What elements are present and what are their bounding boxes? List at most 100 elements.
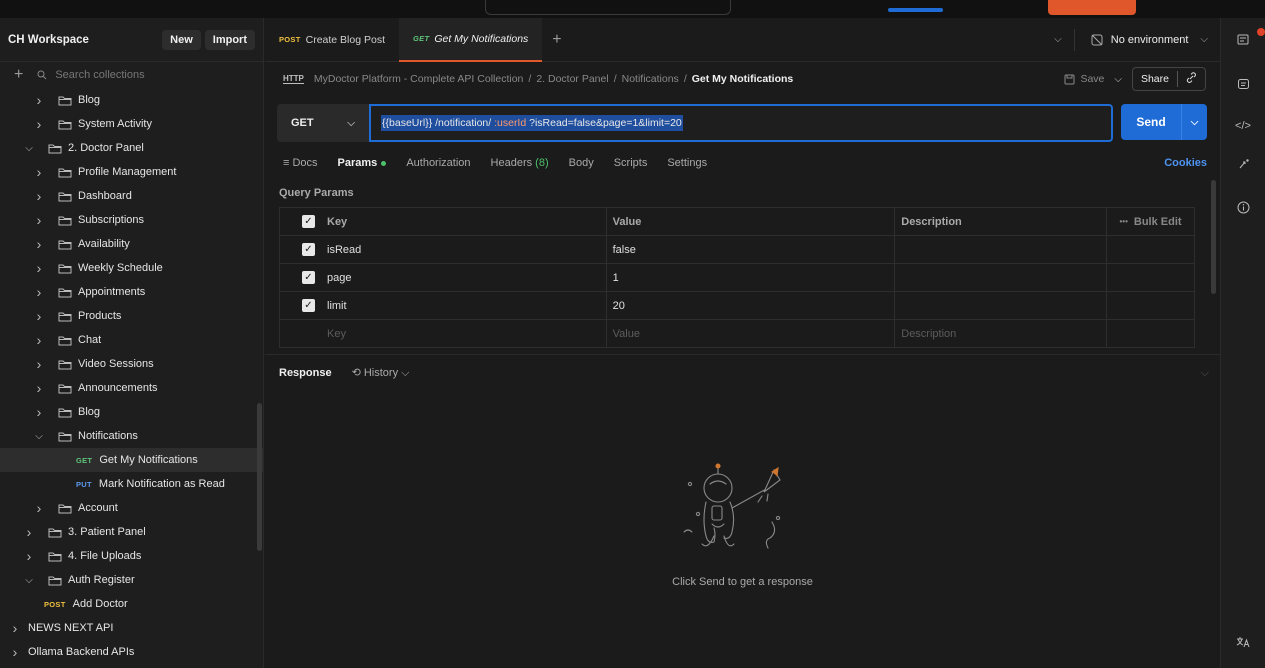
chevron-right-icon[interactable]: › xyxy=(10,620,20,636)
param-key[interactable]: page xyxy=(327,272,351,284)
chevron-down-icon[interactable]: ⌵ xyxy=(34,431,44,442)
tab-scripts[interactable]: Scripts xyxy=(614,157,648,169)
chevron-right-icon[interactable]: › xyxy=(34,236,44,252)
breadcrumb-collection[interactable]: MyDoctor Platform - Complete API Collect… xyxy=(314,73,524,85)
chevron-right-icon[interactable]: › xyxy=(34,188,44,204)
chevron-right-icon[interactable]: › xyxy=(34,92,44,108)
param-checkbox[interactable]: ✓ xyxy=(302,299,315,312)
send-button[interactable]: Send ⌵ xyxy=(1121,104,1207,140)
share-button[interactable]: Share xyxy=(1131,67,1206,91)
chevron-right-icon[interactable]: › xyxy=(34,356,44,372)
save-button[interactable]: Save xyxy=(1064,73,1104,85)
tab-create-blog-post[interactable]: POST Create Blog Post xyxy=(265,18,399,62)
response-divider[interactable] xyxy=(265,354,1220,355)
param-description[interactable] xyxy=(894,263,1108,292)
param-key[interactable]: isRead xyxy=(327,244,361,256)
environment-selector[interactable]: ⌵ No environment ⌵ xyxy=(1054,28,1220,51)
translate-ai-icon[interactable] xyxy=(1233,636,1253,651)
method-select[interactable]: GET ⌵ xyxy=(277,104,369,142)
notifications-icon[interactable] xyxy=(1233,28,1265,49)
new-value-field[interactable]: Value xyxy=(605,319,896,348)
collapse-response-chevron-icon[interactable]: ⌵ xyxy=(1201,367,1209,380)
new-button[interactable]: New xyxy=(162,29,201,50)
chevron-right-icon[interactable]: › xyxy=(34,284,44,300)
folder-item-4-file-uploads[interactable]: › 4. File Uploads xyxy=(0,544,263,568)
folder-item-blog[interactable]: › Blog xyxy=(0,400,263,424)
select-all-checkbox[interactable]: ✓ xyxy=(302,215,315,228)
folder-item-notifications[interactable]: ⌵ Notifications xyxy=(0,424,263,448)
chevron-right-icon[interactable]: › xyxy=(34,500,44,516)
breadcrumb-subfolder[interactable]: Notifications xyxy=(622,73,679,85)
tab-body[interactable]: Body xyxy=(569,157,594,169)
request-item-mark-notification-as-read[interactable]: PUT Mark Notification as Read xyxy=(0,472,263,496)
import-button[interactable]: Import xyxy=(204,29,255,50)
folder-item-chat[interactable]: › Chat xyxy=(0,328,263,352)
folder-item-system-activity[interactable]: › System Activity xyxy=(0,112,263,136)
folder-item-dashboard[interactable]: › Dashboard xyxy=(0,184,263,208)
tab-headers[interactable]: Headers (8) xyxy=(491,157,549,169)
chevron-right-icon[interactable]: › xyxy=(34,308,44,324)
folder-item-account[interactable]: › Account xyxy=(0,496,263,520)
top-search-box[interactable] xyxy=(485,0,731,15)
folder-item-appointments[interactable]: › Appointments xyxy=(0,280,263,304)
chevron-right-icon[interactable]: › xyxy=(10,644,20,660)
tab-docs[interactable]: ≡ Docs xyxy=(283,157,318,169)
chevron-down-icon[interactable]: ⌵ xyxy=(24,575,34,586)
param-checkbox[interactable]: ✓ xyxy=(302,243,315,256)
param-description[interactable] xyxy=(894,291,1108,320)
chevron-right-icon[interactable]: › xyxy=(24,524,34,540)
breadcrumb-folder[interactable]: 2. Doctor Panel xyxy=(536,73,608,85)
chevron-down-icon[interactable]: ⌵ xyxy=(24,143,34,154)
param-checkbox[interactable]: ✓ xyxy=(302,271,315,284)
new-key-field[interactable]: Key xyxy=(327,328,346,340)
chevron-right-icon[interactable]: › xyxy=(34,212,44,228)
folder-item-3-patient-panel[interactable]: › 3. Patient Panel xyxy=(0,520,263,544)
tab-params[interactable]: Params xyxy=(338,157,387,169)
history-button[interactable]: ⟲ History ⌵ xyxy=(352,366,410,380)
new-description-field[interactable]: Description xyxy=(894,319,1108,348)
tab-get-my-notifications[interactable]: GET Get My Notifications xyxy=(399,17,543,62)
collection-item-news-next-api[interactable]: › NEWS NEXT API xyxy=(0,616,263,640)
chevron-right-icon[interactable]: › xyxy=(34,332,44,348)
url-input[interactable]: {{baseUrl}} /notification/ :userId ?isRe… xyxy=(369,104,1113,142)
save-dropdown-chevron-icon[interactable]: ⌵ xyxy=(1114,74,1122,85)
collection-item-ollama-backend-apis[interactable]: › Ollama Backend APIs xyxy=(0,640,263,664)
link-icon[interactable] xyxy=(1178,72,1205,86)
folder-item-products[interactable]: › Products xyxy=(0,304,263,328)
folder-item-subscriptions[interactable]: › Subscriptions xyxy=(0,208,263,232)
chevron-right-icon[interactable]: › xyxy=(34,404,44,420)
param-value[interactable]: 1 xyxy=(605,263,896,292)
bulk-edit-button[interactable]: ••• Bulk Edit xyxy=(1113,216,1188,228)
request-scrollbar[interactable] xyxy=(1211,180,1216,294)
code-icon[interactable]: </> xyxy=(1233,120,1253,132)
folder-item-video-sessions[interactable]: › Video Sessions xyxy=(0,352,263,376)
tab-settings[interactable]: Settings xyxy=(667,157,707,169)
folder-item-blog[interactable]: › Blog xyxy=(0,88,263,112)
param-value[interactable]: false xyxy=(605,235,896,264)
chevron-right-icon[interactable]: › xyxy=(34,380,44,396)
new-tab-icon[interactable]: + xyxy=(542,31,571,49)
folder-item-profile-management[interactable]: › Profile Management xyxy=(0,160,263,184)
folder-item-auth-register[interactable]: ⌵ Auth Register xyxy=(0,568,263,592)
add-collection-icon[interactable]: + xyxy=(14,66,23,84)
folder-item-availability[interactable]: › Availability xyxy=(0,232,263,256)
cookies-link[interactable]: Cookies xyxy=(1164,157,1207,169)
param-key[interactable]: limit xyxy=(327,300,347,312)
chevron-right-icon[interactable]: › xyxy=(34,116,44,132)
comments-icon[interactable] xyxy=(1233,78,1253,94)
top-upgrade-button[interactable] xyxy=(1048,0,1136,15)
send-dropdown-chevron-icon[interactable]: ⌵ xyxy=(1181,104,1207,140)
tab-authorization[interactable]: Authorization xyxy=(406,157,470,169)
related-icon[interactable] xyxy=(1233,158,1253,174)
chevron-right-icon[interactable]: › xyxy=(34,260,44,276)
request-item-get-my-notifications[interactable]: GET Get My Notifications xyxy=(0,448,263,472)
param-value[interactable]: 20 xyxy=(605,291,896,320)
chevron-right-icon[interactable]: › xyxy=(34,164,44,180)
search-input[interactable]: Search collections xyxy=(37,69,249,81)
folder-item-2-doctor-panel[interactable]: ⌵ 2. Doctor Panel xyxy=(0,136,263,160)
chevron-right-icon[interactable]: › xyxy=(24,548,34,564)
param-description[interactable] xyxy=(894,235,1108,264)
tabs-overflow-chevron-icon[interactable]: ⌵ xyxy=(1054,34,1062,45)
info-icon[interactable] xyxy=(1233,201,1253,217)
sidebar-scrollbar[interactable] xyxy=(257,403,262,551)
